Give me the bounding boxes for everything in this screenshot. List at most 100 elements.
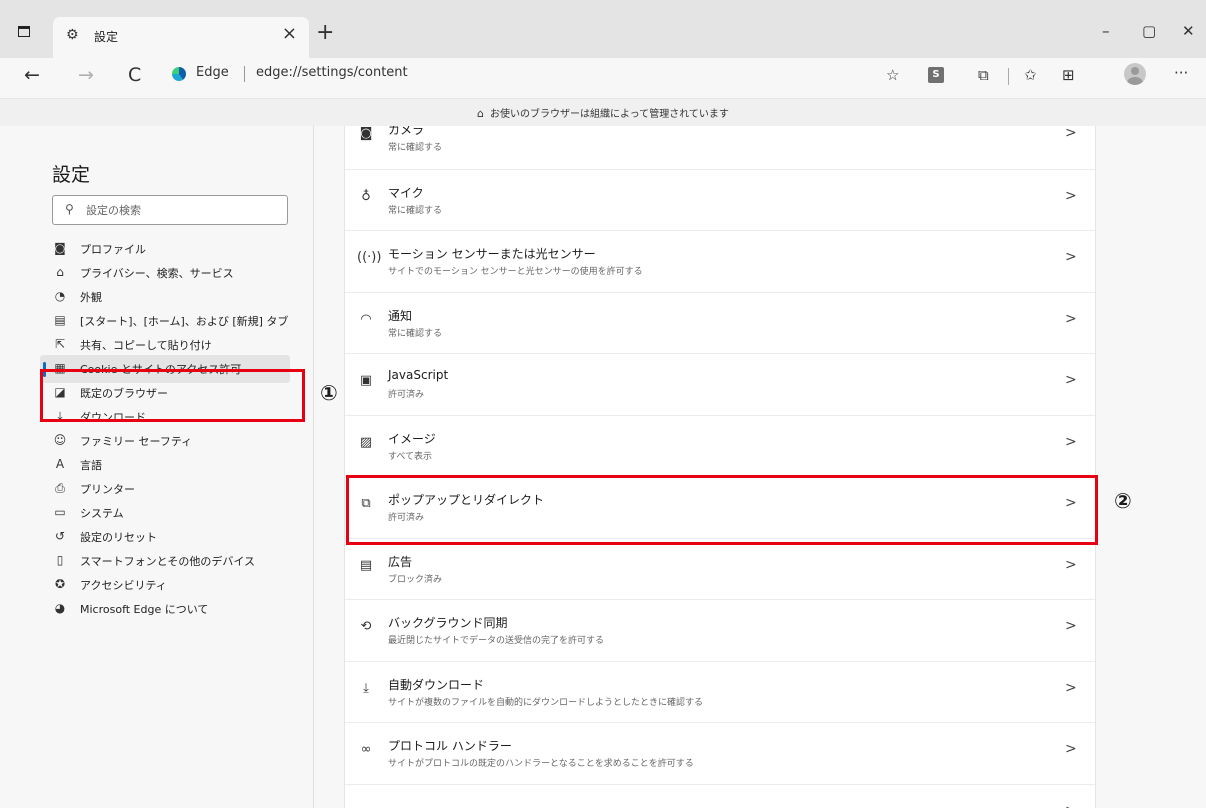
address-toolbar: ← → C Edge edge://settings/content ☆ S ⧉… [0,58,1206,98]
sidebar-item-label: 設定のリセット [80,531,157,544]
permission-row[interactable]: ⤓ 自動ダウンロード サイトが複数のファイルを自動的にダウンロードしようとしたときに… [345,660,1095,722]
building-icon: ⌂ [477,107,485,120]
sidebar-item-label: [スタート]、[ホーム]、および [新規] タブ [80,315,289,328]
microphone-icon: ♁ [361,188,371,204]
site-permissions-card: ◙ カメラ 常に確認する > ♁ マイク 常に確認する > ((·)) モーション センサーまたは… [344,126,1096,808]
refresh-button[interactable]: C [128,63,141,87]
more-menu-button[interactable]: ··· [1174,64,1188,82]
palette-icon: ◔ [54,289,66,303]
search-input[interactable] [86,200,281,220]
chevron-right-icon[interactable]: > [1065,249,1077,265]
maximize-button[interactable]: ▢ [1142,22,1156,40]
home-tab-icon: ▤ [54,313,66,327]
sidebar-title: 設定 [52,164,91,186]
sidebar-item[interactable]: ◕ Microsoft Edge について [40,595,290,623]
permission-title: 通知 [388,308,413,323]
tab-settings[interactable]: ⚙ 設定 × [53,17,309,58]
address-separator [244,66,245,82]
permission-subtitle: すべて表示 [388,451,433,462]
sidebar-item-label: ファミリー セーフティ [80,435,193,448]
site-badge-icon[interactable]: S [928,67,944,83]
close-window-button[interactable]: ✕ [1182,22,1195,40]
permission-subtitle: ブロック済み [388,574,443,585]
chevron-right-icon[interactable]: > [1065,803,1077,808]
permission-title: 広告 [388,554,413,569]
annotation-box-1 [40,369,305,422]
new-tab-button[interactable]: + [316,21,334,45]
chevron-right-icon[interactable]: > [1065,680,1077,696]
permission-subtitle: 最近閉じたサイトでデータの送受信の完了を許可する [388,636,605,646]
tab-close-icon[interactable]: × [282,24,297,44]
banner-text: お使いのブラウザーは組織によって管理されています [490,109,729,120]
favorites-icon[interactable]: ✩ [1024,66,1037,84]
permission-title: マイク [388,185,424,200]
puzzle-icon[interactable]: ⧉ [978,66,989,84]
minimize-button[interactable]: – [1102,22,1110,40]
chevron-right-icon[interactable]: > [1065,372,1077,388]
permission-title: カメラ [388,126,425,137]
javascript-icon: ▣ [359,373,373,388]
permission-row[interactable]: ◠ 通知 常に確認する > [345,291,1095,353]
image-icon: ▨ [359,434,373,450]
chevron-right-icon[interactable]: > [1065,557,1077,573]
permission-subtitle: 常に確認する [388,205,443,216]
edge-logo-icon [172,67,186,81]
star-plus-icon[interactable]: ☆ [886,66,899,84]
system-icon: ▭ [54,505,66,519]
accessibility-icon: ✪ [54,577,66,591]
content-pane: ◙ カメラ 常に確認する > ♁ マイク 常に確認する > ((·)) モーション センサーまたは… [314,126,1206,808]
edge-logo-icon: ◕ [54,601,66,615]
profile-icon[interactable] [1124,63,1146,85]
chevron-right-icon[interactable]: > [1065,126,1077,141]
permission-row[interactable]: ((·)) モーション センサーまたは光センサー サイトでのモーション センサーと光… [345,230,1095,291]
permission-row[interactable]: ▨ イメージ すべて表示 > [345,414,1095,476]
sidebar-item-label: スマートフォンとその他のデバイス [80,555,256,568]
lock-icon: ⌂ [56,265,64,279]
reset-icon: ↺ [54,529,66,543]
phone-icon: ▯ [56,553,64,567]
annotation-box-2 [346,475,1098,545]
permission-subtitle: 許可済み [388,390,425,400]
chevron-right-icon[interactable]: > [1065,434,1077,450]
collections-icon[interactable]: ⊞ [1062,66,1075,84]
share-icon: ⇱ [54,337,66,351]
permission-row[interactable]: ∞ プロトコル ハンドラーサイトがプロトコルの既定のハンドラーとなることを求めるこ… [345,722,1095,783]
chevron-right-icon[interactable]: > [1065,311,1077,327]
tab-actions-icon[interactable] [18,26,30,37]
permission-row[interactable]: > [345,783,1095,808]
sidebar-item-label: プライバシー、検索、サービス [80,267,234,280]
download-icon: ⤓ [363,680,369,696]
settings-search[interactable]: ⚲ [52,195,288,225]
permission-subtitle: 常に確認する [388,328,443,339]
chevron-right-icon[interactable]: > [1065,741,1077,757]
permission-subtitle: 常に確認する [388,143,443,153]
gear-icon: ⚙ [66,27,79,43]
permission-row[interactable]: ▣ JavaScript 許可済み > [345,353,1095,414]
back-button[interactable]: ← [24,63,40,87]
tab-title: 設定 [94,30,119,44]
chevron-right-icon[interactable]: > [1065,618,1077,634]
search-icon: ⚲ [65,202,74,216]
protocol-icon: ∞ [360,742,372,757]
toolbar-divider [1008,68,1009,85]
permission-row[interactable]: ⟲ バックグラウンド同期 最近閉じたサイトでデータの送受信の完了を許可する > [345,599,1095,660]
address-url[interactable]: edge://settings/content [256,65,408,80]
managed-banner: ⌂ お使いのブラウザーは組織によって管理されています [0,98,1206,126]
chevron-right-icon[interactable]: > [1065,188,1077,204]
family-icon: ☺ [53,433,67,447]
ads-icon: ▤ [359,557,373,573]
permission-row[interactable]: ▤ 広告ブロック済み > [345,537,1095,599]
profile-icon: ◙ [54,241,66,255]
sidebar-item-label: 共有、コピーして貼り付け [80,339,212,352]
forward-button[interactable]: → [78,63,94,87]
permission-subtitle: サイトがプロトコルの既定のハンドラーとなることを求めることを許可する [388,759,694,769]
address-bar[interactable]: Edge edge://settings/content [162,61,722,87]
camera-icon: ◙ [359,126,373,141]
permission-subtitle: サイトでのモーション センサーと光センサーの使用を許可する [388,267,643,277]
permission-title: プロトコル ハンドラー [388,739,512,753]
permission-title: バックグラウンド同期 [388,616,508,630]
permission-row[interactable]: ◙ カメラ常に確認する > [345,126,1095,168]
permission-row[interactable]: ♁ マイク常に確認する > [345,168,1095,230]
sensor-icon: ((·)) [357,250,382,265]
address-label: Edge [196,65,229,80]
